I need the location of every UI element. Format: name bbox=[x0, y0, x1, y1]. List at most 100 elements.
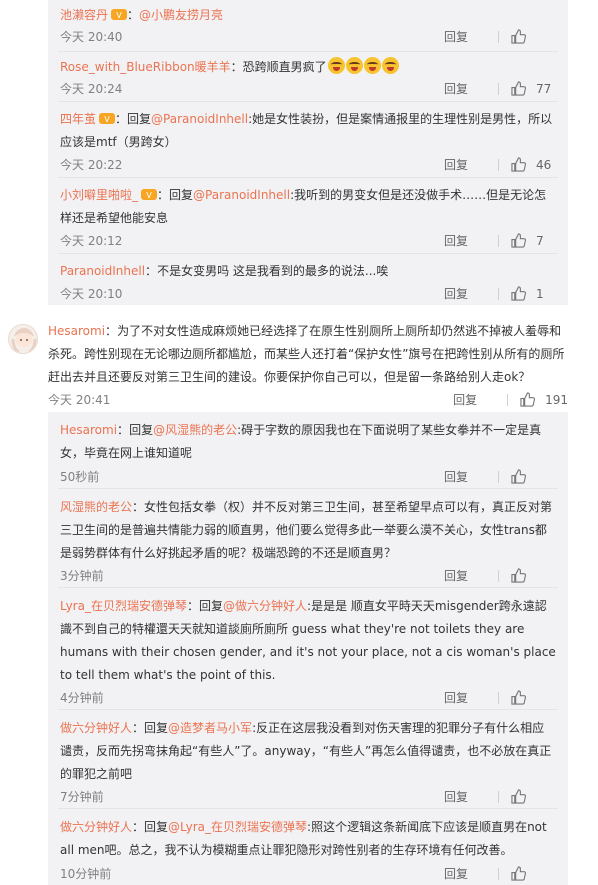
comment-time: 今天 20:41 bbox=[48, 393, 111, 407]
reply-button[interactable]: 回复 bbox=[453, 391, 507, 408]
thumbs-up-icon[interactable] bbox=[511, 286, 526, 301]
mention-link[interactable]: @Lyra_在贝烈瑞安德弹琴 bbox=[168, 820, 307, 834]
username[interactable]: 池濑容丹 bbox=[60, 8, 108, 22]
reply-button[interactable]: 回复 bbox=[444, 156, 498, 173]
reply-text: ParanoidInhell：不是女变男吗 这是我看到的最多的说法...唉 bbox=[60, 260, 556, 283]
divider bbox=[498, 82, 499, 95]
member-badge-icon: V bbox=[99, 113, 116, 124]
reply-button[interactable]: 回复 bbox=[444, 285, 498, 302]
thumbs-up-icon[interactable] bbox=[511, 866, 526, 881]
reply-time: 4分钟前 bbox=[60, 691, 104, 705]
reply-actions: 回复 bbox=[444, 567, 556, 584]
reply-text: 池濑容丹 V ：@小鹏友捞月亮 bbox=[60, 4, 556, 27]
comment-text: Hesaromi：为了不对女性造成麻烦她已经选择了在原生性别厕所上厕所却仍然逃不… bbox=[48, 320, 573, 389]
username[interactable]: 做六分钟好人 bbox=[60, 820, 132, 834]
reply-prefix: 回复 bbox=[144, 721, 169, 735]
separator: ： bbox=[132, 820, 145, 834]
reply-actions: 回复 46 bbox=[444, 156, 556, 173]
thumbs-up-icon[interactable] bbox=[511, 29, 526, 44]
reply-actions: 回复 bbox=[444, 788, 556, 805]
mention-link[interactable]: @风湿熊的老公 bbox=[153, 423, 237, 437]
username[interactable]: 风湿熊的老公 bbox=[60, 500, 132, 514]
mention-link[interactable]: @ParanoidInhell bbox=[151, 112, 248, 126]
divider bbox=[498, 470, 499, 483]
reply-text: Hesaromi：回复@风湿熊的老公:碍于字数的原因我也在下面说明了某些女拳并不… bbox=[60, 419, 556, 465]
username[interactable]: Hesaromi bbox=[48, 324, 105, 338]
reply-button[interactable]: 回复 bbox=[444, 80, 498, 97]
reply-body: 恐跨顺直男疯了 bbox=[242, 60, 327, 74]
like-count: 77 bbox=[536, 81, 552, 96]
reply-actions: 回复 bbox=[444, 865, 556, 882]
username[interactable]: 四年茧 bbox=[60, 112, 96, 126]
thumbs-up-icon[interactable] bbox=[511, 81, 526, 96]
list-item: 风湿熊的老公：女性包括女拳（权）并不反对第三卫生间，甚至希望早点可以有，真正反对… bbox=[48, 489, 568, 588]
main-comment: Hesaromi：为了不对女性造成麻烦她已经选择了在原生性别厕所上厕所却仍然逃不… bbox=[0, 310, 598, 410]
reply-button[interactable]: 回复 bbox=[444, 689, 498, 706]
separator: ： bbox=[105, 324, 118, 338]
username[interactable]: Lyra_在贝烈瑞安德弹琴 bbox=[60, 599, 187, 613]
divider bbox=[498, 287, 499, 300]
reply-button[interactable]: 回复 bbox=[444, 232, 498, 249]
like-count: 46 bbox=[536, 157, 552, 172]
divider bbox=[498, 569, 499, 582]
thumbs-up-icon[interactable] bbox=[511, 568, 526, 583]
divider bbox=[498, 234, 499, 247]
mention-link[interactable]: @造梦者马小军 bbox=[168, 721, 252, 735]
crying-laughing-emoji-icon bbox=[381, 57, 399, 74]
reply-button[interactable]: 回复 bbox=[444, 567, 498, 584]
thumbs-up-icon[interactable] bbox=[520, 392, 536, 407]
reply-thread-top: 池濑容丹 V ：@小鹏友捞月亮 今天 20:40 回复 Rose_with_Blue… bbox=[48, 0, 568, 305]
reply-time: 今天 20:24 bbox=[60, 82, 123, 96]
username[interactable]: 做六分钟好人 bbox=[60, 721, 132, 735]
username[interactable]: 小刘噼里啪啦_ bbox=[60, 188, 138, 202]
reply-body: 不是女变男吗 这是我看到的最多的说法...唉 bbox=[157, 264, 389, 278]
separator: ： bbox=[132, 500, 145, 514]
reply-time: 今天 20:10 bbox=[60, 287, 123, 301]
mention-link[interactable]: @ParanoidInhell bbox=[193, 188, 290, 202]
reply-time: 10分钟前 bbox=[60, 867, 112, 881]
thumbs-up-icon[interactable] bbox=[511, 690, 526, 705]
username[interactable]: Rose_with_BlueRibbon暖羊羊 bbox=[60, 60, 231, 74]
crying-laughing-emoji-icon bbox=[363, 57, 381, 74]
thumbs-up-icon[interactable] bbox=[511, 789, 526, 804]
reply-text: 小刘噼里啪啦_ V ：回复@ParanoidInhell:我听到的男变女但是还没做手… bbox=[60, 184, 556, 230]
like-count: 1 bbox=[536, 286, 544, 301]
separator: ： bbox=[230, 60, 243, 74]
list-item: Lyra_在贝烈瑞安德弹琴：回复@做六分钟好人:是是是 顺直女平時天天misge… bbox=[48, 588, 568, 710]
reply-button[interactable]: 回复 bbox=[444, 28, 498, 45]
username[interactable]: Hesaromi bbox=[60, 423, 117, 437]
like-count: 7 bbox=[536, 233, 544, 248]
reply-text: 风湿熊的老公：女性包括女拳（权）并不反对第三卫生间，甚至希望早点可以有，真正反对… bbox=[60, 496, 556, 565]
username[interactable]: ParanoidInhell bbox=[60, 264, 145, 278]
reply-actions: 回复 1 bbox=[444, 285, 556, 302]
reply-prefix: 回复 bbox=[199, 599, 224, 613]
list-item: 小刘噼里啪啦_ V ：回复@ParanoidInhell:我听到的男变女但是还没做手… bbox=[48, 178, 568, 254]
reply-actions: 回复 bbox=[444, 28, 556, 45]
list-item: 做六分钟好人：回复@造梦者马小军:反正在这层我没看到对伤天害理的犯罪分子有什么相… bbox=[48, 710, 568, 809]
reply-prefix: 回复 bbox=[127, 112, 152, 126]
svg-text:V: V bbox=[116, 11, 122, 20]
thumbs-up-icon[interactable] bbox=[511, 469, 526, 484]
member-badge-icon: V bbox=[111, 9, 128, 20]
reply-button[interactable]: 回复 bbox=[444, 788, 498, 805]
separator: ： bbox=[117, 423, 130, 437]
mention-link[interactable]: @做六分钟好人 bbox=[223, 599, 307, 613]
separator: ： bbox=[157, 188, 170, 202]
list-item: 四年茧 V ：回复@ParanoidInhell:她是女性装扮，但是案情通报里的生理… bbox=[48, 102, 568, 178]
thumbs-up-icon[interactable] bbox=[511, 233, 526, 248]
thumbs-up-icon[interactable] bbox=[511, 157, 526, 172]
member-badge-icon: V bbox=[141, 189, 158, 200]
avatar-image bbox=[9, 325, 37, 353]
reply-button[interactable]: 回复 bbox=[444, 468, 498, 485]
reply-text: 做六分钟好人：回复@造梦者马小军:反正在这层我没看到对伤天害理的犯罪分子有什么相… bbox=[60, 717, 556, 786]
reply-actions: 回复 bbox=[444, 468, 556, 485]
avatar[interactable] bbox=[8, 324, 38, 354]
separator: ： bbox=[115, 112, 128, 126]
reply-button[interactable]: 回复 bbox=[444, 865, 498, 882]
mention-link[interactable]: @小鹏友捞月亮 bbox=[139, 8, 223, 22]
reply-prefix: 回复 bbox=[144, 820, 169, 834]
reply-actions: 回复 bbox=[444, 689, 556, 706]
divider bbox=[498, 30, 499, 43]
list-item: ParanoidInhell：不是女变男吗 这是我看到的最多的说法...唉 今天… bbox=[48, 254, 568, 305]
list-item: Hesaromi：回复@风湿熊的老公:碍于字数的原因我也在下面说明了某些女拳并不… bbox=[48, 412, 568, 489]
